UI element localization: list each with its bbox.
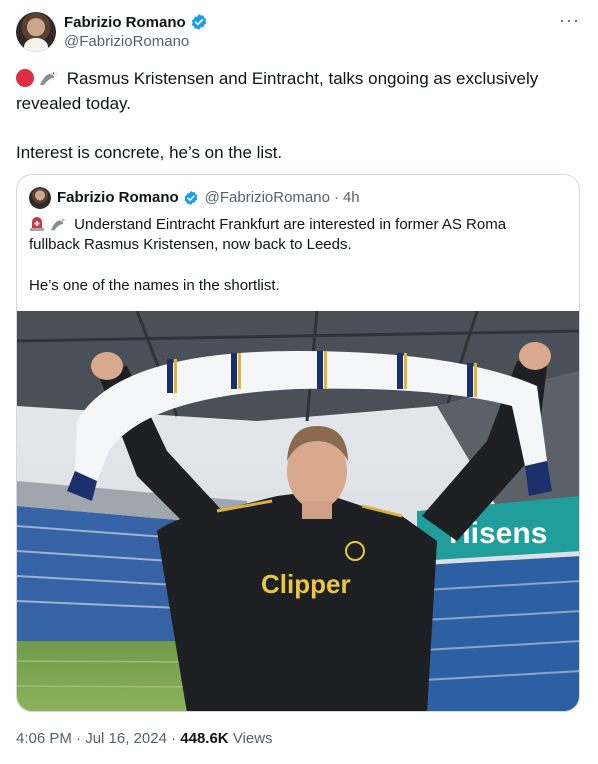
quoted-separator: · xyxy=(333,189,339,206)
author-handle[interactable]: @FabrizioRomano xyxy=(64,33,189,50)
shirt-sponsor-text: Clipper xyxy=(261,569,351,599)
author-avatar[interactable] xyxy=(16,12,56,52)
tweet-text-content: Rasmus Kristensen and Eintracht, talks o… xyxy=(16,69,539,113)
verified-badge-icon xyxy=(184,190,198,205)
quoted-author-handle: @FabrizioRomano xyxy=(204,189,330,206)
tweet-text-line1: Rasmus Kristensen and Eintracht, talks o… xyxy=(16,66,576,116)
tweet-timestamp[interactable]: 4:06 PM · Jul 16, 2024 · xyxy=(16,730,176,747)
quoted-tweet[interactable]: Fabrizio Romano @FabrizioRomano · 4h Und… xyxy=(16,174,580,712)
more-options-icon[interactable]: ··· xyxy=(559,10,580,31)
views-label: Views xyxy=(232,730,273,747)
quoted-header: Fabrizio Romano @FabrizioRomano · 4h xyxy=(57,189,360,206)
eagle-icon xyxy=(50,218,67,231)
tweet-text-line2: Interest is concrete, he’s on the list. xyxy=(16,143,283,162)
quoted-author-avatar xyxy=(29,187,51,209)
eagle-icon xyxy=(40,72,58,85)
author-name-row: Fabrizio Romano xyxy=(64,13,208,31)
tweet: Fabrizio Romano @FabrizioRomano ··· Rasm… xyxy=(0,0,598,764)
quoted-time[interactable]: 4h xyxy=(343,189,360,206)
views-count: 448.6K xyxy=(180,730,229,747)
verified-badge-icon xyxy=(191,14,206,30)
quoted-text-line2: He’s one of the names in the shortlist. xyxy=(29,277,280,294)
red-circle-icon xyxy=(16,69,34,87)
siren-icon xyxy=(30,217,44,231)
quoted-text-line1: Understand Eintracht Frankfurt are inter… xyxy=(29,215,559,255)
quoted-author-name: Fabrizio Romano xyxy=(57,189,179,206)
quoted-text-content: Understand Eintracht Frankfurt are inter… xyxy=(29,216,507,253)
tweet-footer: 4:06 PM · Jul 16, 2024 · 448.6K Views xyxy=(16,730,273,747)
player-photo[interactable]: Hisens Clipper xyxy=(17,311,580,712)
author-name[interactable]: Fabrizio Romano xyxy=(64,14,186,31)
